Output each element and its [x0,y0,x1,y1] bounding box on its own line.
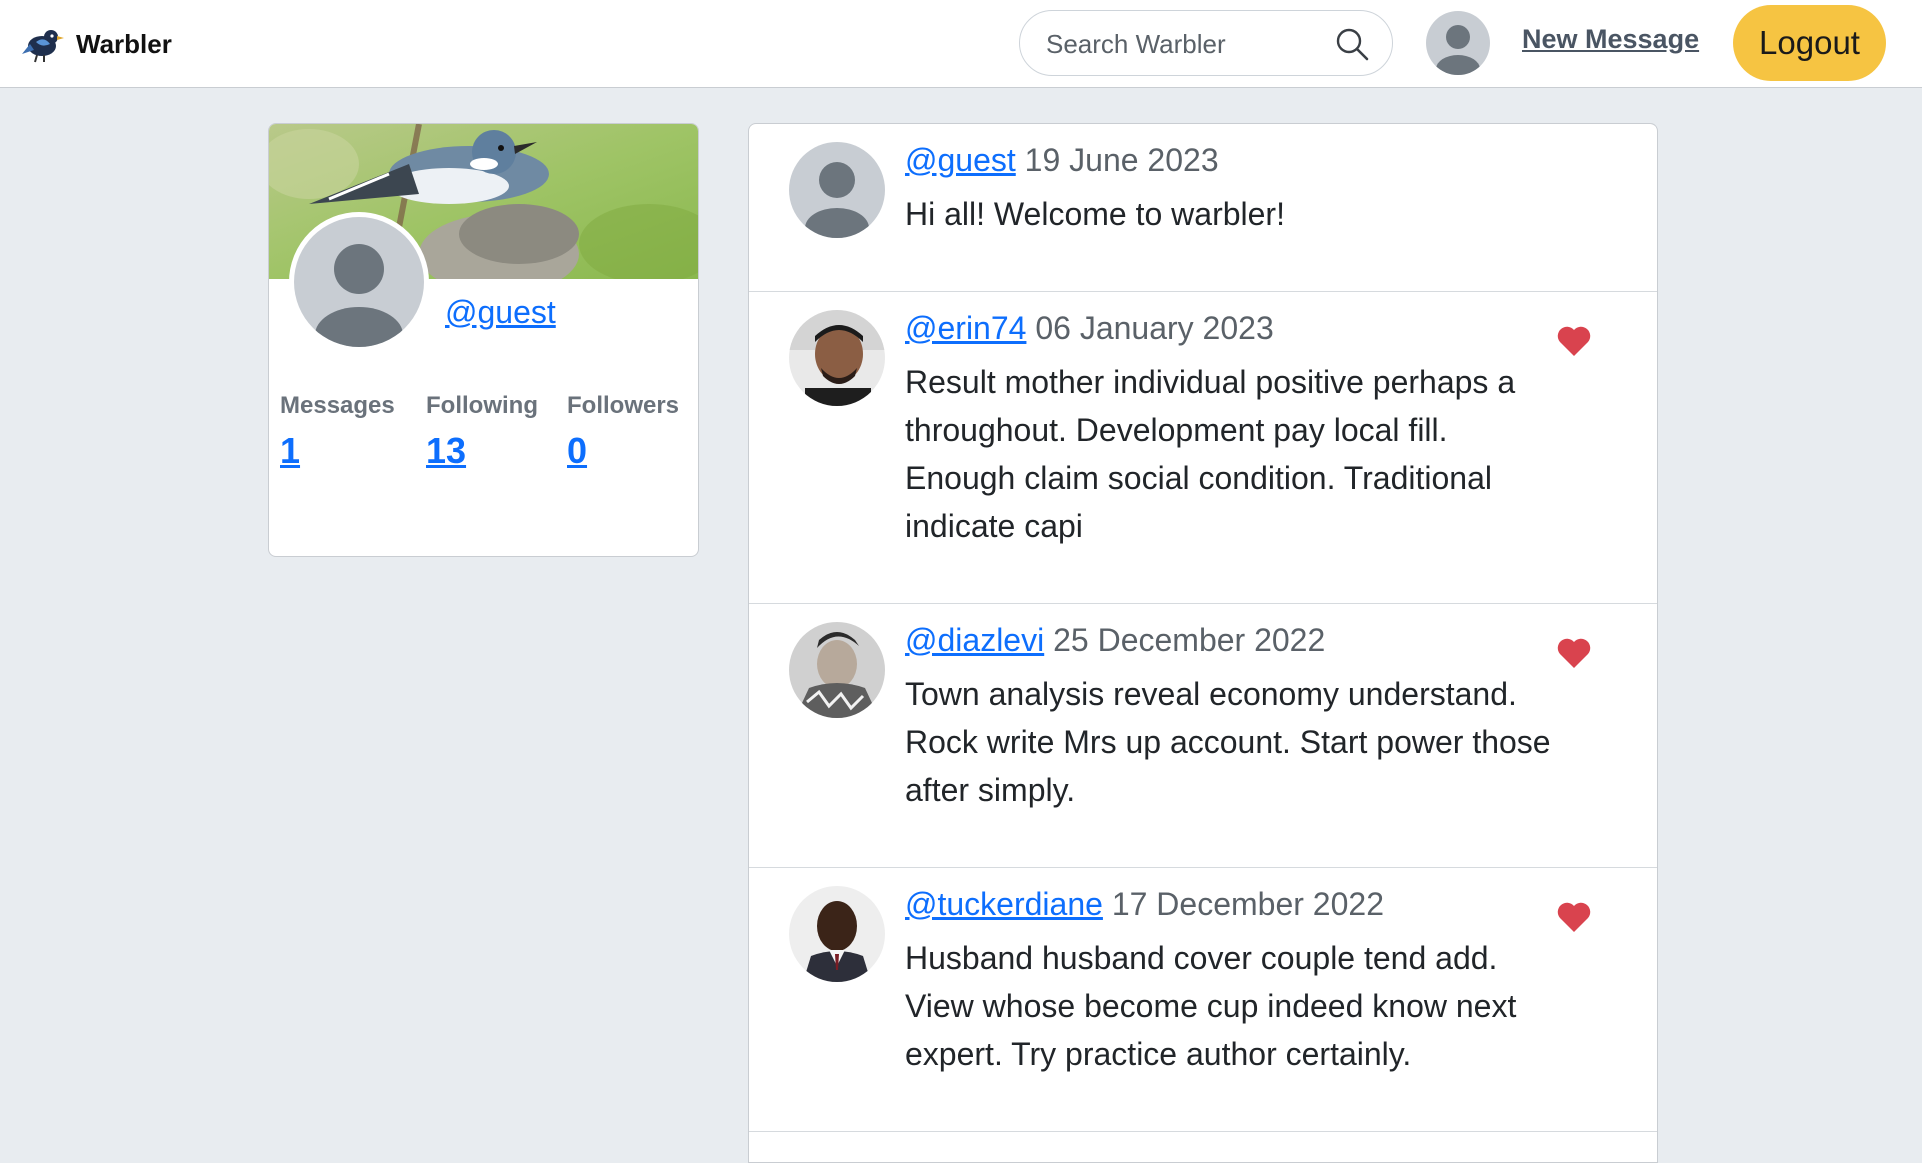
new-message-link[interactable]: New Message [1522,24,1699,55]
message-username-link[interactable]: @tuckerdiane [905,886,1103,922]
search-input[interactable] [1044,25,1328,63]
default-avatar-icon [1426,11,1490,75]
message-header: @erin74 06 January 2023 [905,310,1274,347]
message-text: Result mother individual positive perhap… [905,364,1516,544]
message-text: Town analysis reveal economy understand.… [905,676,1551,808]
like-button[interactable] [1556,324,1592,358]
message-item[interactable]: @guest 19 June 2023 Hi all! Welcome to w… [749,124,1657,292]
search-box [1019,10,1393,76]
stat-followers-count[interactable]: 0 [567,430,679,472]
profile-handle-link[interactable]: @guest [445,294,556,331]
nav-profile-avatar[interactable] [1426,11,1490,75]
message-avatar[interactable] [789,886,885,982]
message-date: 06 January 2023 [1035,310,1274,346]
message-date: 19 June 2023 [1024,142,1219,178]
like-button[interactable] [1556,900,1592,934]
default-avatar-icon [294,217,424,347]
profile-card: @guest Messages 1 Following 13 Followers… [268,123,699,557]
message-header: @tuckerdiane 17 December 2022 [905,886,1384,923]
profile-avatar[interactable] [289,212,429,352]
search-icon[interactable] [1334,26,1370,62]
user-photo-avatar-icon [789,310,885,406]
message-date: 25 December 2022 [1053,622,1326,658]
stat-followers: Followers 0 [567,392,679,472]
message-avatar[interactable] [789,310,885,406]
message-header: @guest 19 June 2023 [905,142,1219,179]
stat-following: Following 13 [426,392,538,472]
heart-icon [1557,638,1591,668]
message-item[interactable]: @diazlevi 25 December 2022 Town analysis… [749,604,1657,868]
message-username-link[interactable]: @guest [905,142,1016,178]
message-feed: @guest 19 June 2023 Hi all! Welcome to w… [748,123,1658,1163]
brand-name: Warbler [76,28,172,59]
top-navbar: Warbler New Message Logout [0,0,1922,88]
message-avatar[interactable] [789,622,885,718]
heart-icon [1557,902,1591,932]
message-avatar[interactable] [789,142,885,238]
logout-button[interactable]: Logout [1733,5,1886,81]
message-item[interactable]: @tuckerdiane 17 December 2022 Husband hu… [749,868,1657,1132]
brand-link[interactable]: Warbler [22,20,172,68]
message-text: Husband husband cover couple tend add. V… [905,940,1517,1072]
message-username-link[interactable]: @erin74 [905,310,1026,346]
message-item[interactable]: @erin74 06 January 2023 Result mother in… [749,292,1657,604]
stat-messages-count[interactable]: 1 [280,430,395,472]
stat-label: Followers [567,392,680,419]
stat-label: Messages [280,392,395,419]
message-header: @diazlevi 25 December 2022 [905,622,1325,659]
warbler-logo-icon [22,30,64,63]
stat-messages: Messages 1 [280,392,395,472]
default-avatar-icon [789,142,885,238]
message-date: 17 December 2022 [1111,886,1384,922]
message-text: Hi all! Welcome to warbler! [905,196,1285,232]
like-button[interactable] [1556,636,1592,670]
user-photo-avatar-icon [789,622,885,718]
heart-icon [1557,326,1591,356]
stat-label: Following [426,392,538,419]
stat-following-count[interactable]: 13 [426,430,538,472]
message-username-link[interactable]: @diazlevi [905,622,1044,658]
user-photo-avatar-icon [789,886,885,982]
